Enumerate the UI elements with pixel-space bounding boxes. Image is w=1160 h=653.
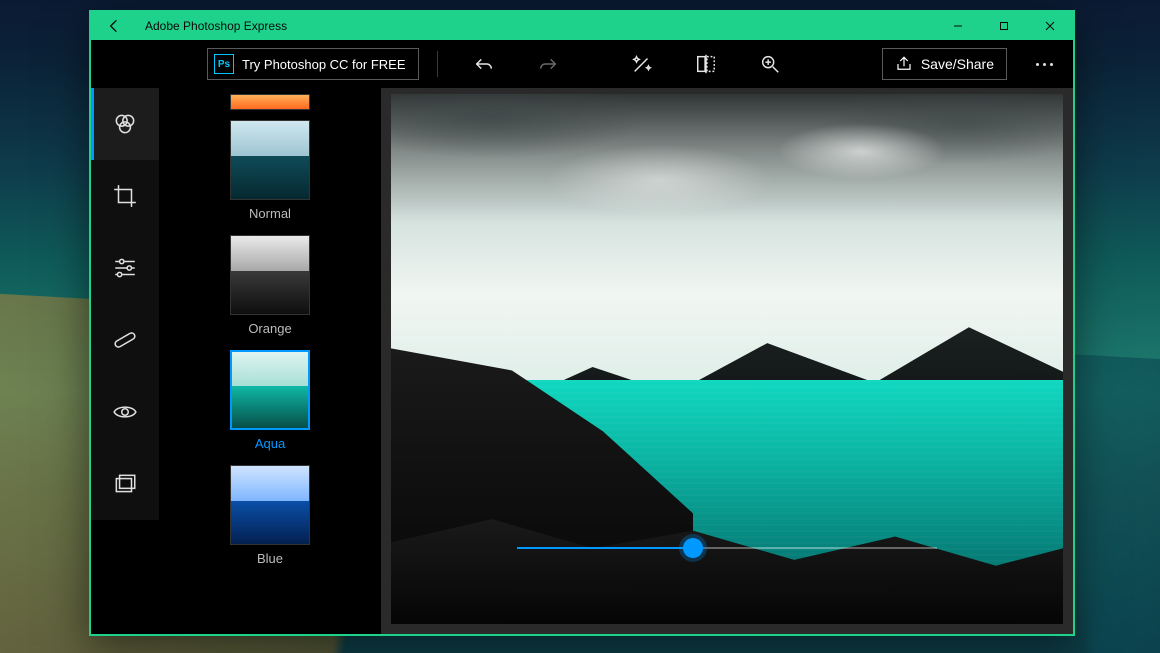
- canvas-area: [381, 88, 1073, 634]
- save-label: Save/Share: [921, 56, 994, 72]
- sliders-icon: [112, 255, 138, 281]
- slider-handle[interactable]: [683, 538, 703, 558]
- slider-fill: [517, 547, 693, 549]
- window-title: Adobe Photoshop Express: [137, 19, 287, 33]
- rail-looks[interactable]: [91, 88, 159, 160]
- redo-icon: [537, 53, 559, 75]
- rail-redeye[interactable]: [91, 376, 159, 448]
- undo-icon: [473, 53, 495, 75]
- undo-button[interactable]: [456, 40, 512, 88]
- filter-blue[interactable]: Blue: [159, 465, 381, 574]
- compare-button[interactable]: [678, 40, 734, 88]
- filter-thumb: [230, 94, 310, 110]
- title-bar: Adobe Photoshop Express: [91, 12, 1073, 40]
- desktop-wallpaper: Adobe Photoshop Express Ps Try Photoshop…: [0, 0, 1160, 653]
- zoom-button[interactable]: [742, 40, 798, 88]
- compare-icon: [695, 53, 717, 75]
- close-icon: [1045, 21, 1055, 31]
- maximize-button[interactable]: [981, 12, 1027, 40]
- intensity-slider[interactable]: [517, 528, 937, 568]
- filter-thumb: [230, 350, 310, 430]
- back-button[interactable]: [91, 12, 137, 40]
- rail-borders[interactable]: [91, 448, 159, 520]
- try-photoshop-button[interactable]: Ps Try Photoshop CC for FREE: [207, 48, 419, 80]
- filter-label: Normal: [249, 206, 291, 221]
- rail-heal[interactable]: [91, 304, 159, 376]
- minimize-icon: [953, 21, 963, 31]
- close-button[interactable]: [1027, 12, 1073, 40]
- auto-enhance-button[interactable]: [614, 40, 670, 88]
- top-toolbar: Ps Try Photoshop CC for FREE: [91, 40, 1073, 88]
- crop-icon: [112, 183, 138, 209]
- filter-clipped[interactable]: [159, 94, 381, 114]
- tool-rail: [91, 88, 159, 634]
- filter-orange[interactable]: Orange: [159, 235, 381, 344]
- share-icon: [895, 55, 913, 73]
- filter-label: Blue: [257, 551, 283, 566]
- filter-thumb: [230, 235, 310, 315]
- ps-badge-icon: Ps: [214, 54, 234, 74]
- image-canvas[interactable]: [391, 94, 1063, 624]
- dots-icon: [1036, 63, 1039, 66]
- bandage-icon: [112, 327, 138, 353]
- filter-thumb: [230, 120, 310, 200]
- filter-aqua[interactable]: Aqua: [159, 350, 381, 459]
- filter-panel: Normal Orange Aqua Blue: [159, 88, 381, 634]
- zoom-in-icon: [759, 53, 781, 75]
- app-window: Adobe Photoshop Express Ps Try Photoshop…: [89, 10, 1075, 636]
- app-body: Normal Orange Aqua Blue: [91, 88, 1073, 634]
- more-button[interactable]: [1021, 40, 1067, 88]
- maximize-icon: [999, 21, 1009, 31]
- eye-icon: [112, 399, 138, 425]
- rail-adjust[interactable]: [91, 232, 159, 304]
- save-share-button[interactable]: Save/Share: [882, 48, 1007, 80]
- rail-crop[interactable]: [91, 160, 159, 232]
- minimize-button[interactable]: [935, 12, 981, 40]
- separator: [437, 51, 438, 77]
- looks-icon: [112, 111, 138, 137]
- filter-normal[interactable]: Normal: [159, 120, 381, 229]
- magic-wand-icon: [631, 53, 653, 75]
- redo-button[interactable]: [520, 40, 576, 88]
- filter-label: Orange: [248, 321, 291, 336]
- filter-thumb: [230, 465, 310, 545]
- slider-track: [517, 547, 937, 549]
- try-label: Try Photoshop CC for FREE: [242, 57, 406, 72]
- filter-label: Aqua: [255, 436, 285, 451]
- frames-icon: [112, 471, 138, 497]
- arrow-left-icon: [106, 18, 122, 34]
